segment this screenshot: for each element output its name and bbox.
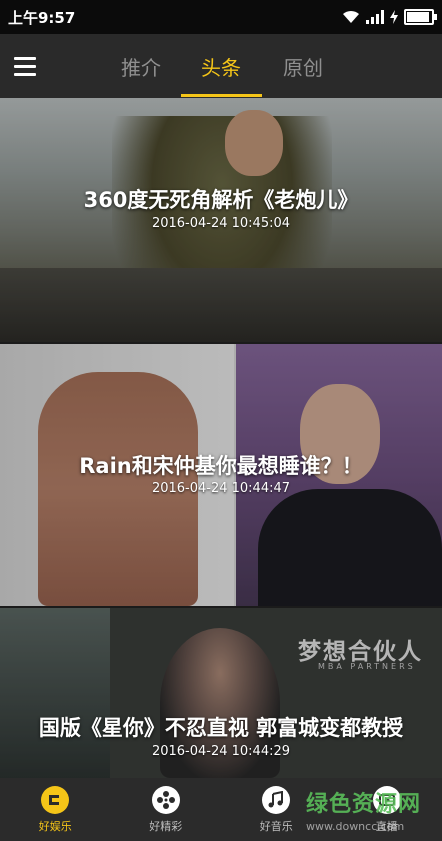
film-reel-icon xyxy=(151,785,180,814)
feed-card-title: Rain和宋仲基你最想睡谁？！ xyxy=(79,454,363,478)
tab-recommend[interactable]: 推介 xyxy=(121,52,161,81)
status-icons xyxy=(342,9,437,25)
feed-card-1[interactable]: 360度无死角解析《老炮儿》 2016-04-24 10:45:04 xyxy=(0,98,442,342)
signal-icon xyxy=(366,10,384,24)
feed-card-date: 2016-04-24 10:44:29 xyxy=(151,744,291,759)
nav-live[interactable]: 直播 xyxy=(332,778,442,841)
nav-label: 好娱乐 xyxy=(38,819,72,833)
feed-card-3[interactable]: 梦想合伙人 MBA PARTNERS 国版《星你》不忍直视 郭富城变都教授 20… xyxy=(0,608,442,778)
active-tab-indicator xyxy=(181,94,262,97)
battery-level xyxy=(407,12,430,22)
nav-label: 直播 xyxy=(375,819,398,833)
bottom-nav: 好娱乐 好精彩 好音乐 直播 xyxy=(0,778,442,841)
hamburger-icon[interactable] xyxy=(14,57,36,76)
status-bar: 上午9:57 xyxy=(0,0,442,34)
tab-headlines[interactable]: 头条 xyxy=(201,52,241,81)
top-bar: 推介 头条 原创 xyxy=(0,34,442,98)
nav-entertainment[interactable]: 好娱乐 xyxy=(0,778,111,841)
nav-label: 好音乐 xyxy=(259,819,293,833)
feed-card-title: 360度无死角解析《老炮儿》 xyxy=(83,188,359,212)
charging-icon xyxy=(390,10,398,24)
nav-label: 好精彩 xyxy=(149,819,183,833)
feed-card-date: 2016-04-24 10:44:47 xyxy=(151,481,291,496)
nav-highlights[interactable]: 好精彩 xyxy=(111,778,222,841)
nav-music[interactable]: 好音乐 xyxy=(221,778,332,841)
feed-card-title: 国版《星你》不忍直视 郭富城变都教授 xyxy=(38,716,404,740)
tab-original[interactable]: 原创 xyxy=(283,52,323,81)
feed-card-2[interactable]: Rain和宋仲基你最想睡谁？！ 2016-04-24 10:44:47 xyxy=(0,344,442,606)
status-time: 上午9:57 xyxy=(8,8,76,27)
music-note-icon xyxy=(262,785,291,814)
live-tv-icon xyxy=(372,785,401,814)
wifi-icon xyxy=(342,10,360,24)
chat-bubble-icon xyxy=(41,785,70,814)
battery-icon xyxy=(404,9,437,25)
feed-card-date: 2016-04-24 10:45:04 xyxy=(151,216,291,231)
